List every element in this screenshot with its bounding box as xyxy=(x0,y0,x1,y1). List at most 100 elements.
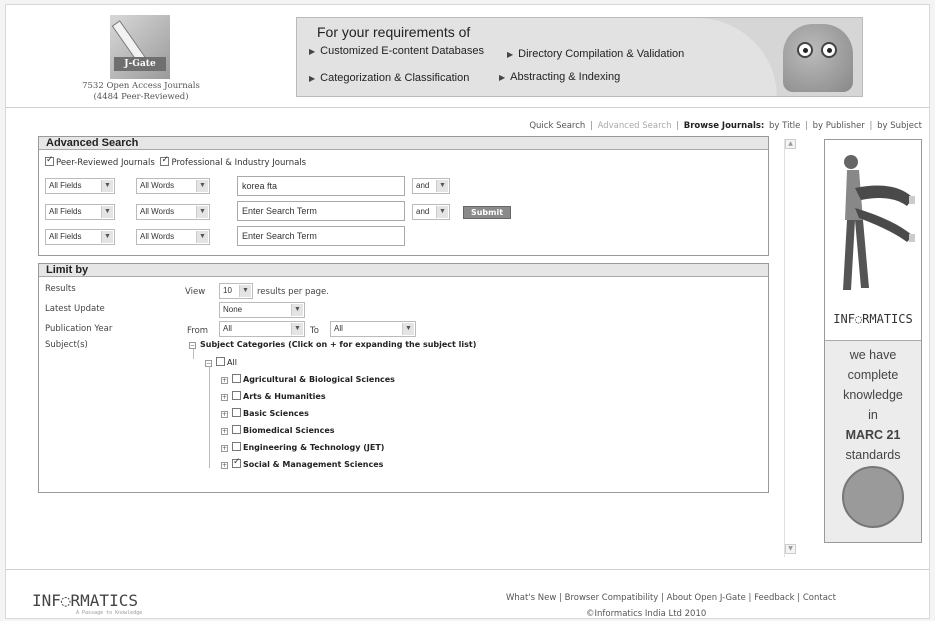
magnet-figure-image xyxy=(825,140,921,310)
category-checkbox[interactable] xyxy=(232,408,241,417)
search-term-input[interactable]: Enter Search Term xyxy=(237,201,405,221)
chevron-down-icon: ▼ xyxy=(196,206,208,218)
professional-checkbox[interactable] xyxy=(160,155,170,166)
banner-item: Abstracting & Indexing xyxy=(499,71,620,83)
tree-all-label: All xyxy=(227,358,237,367)
eye-icon xyxy=(821,42,837,58)
nav-separator: | xyxy=(869,121,873,131)
footer-link-feedback[interactable]: Feedback xyxy=(754,593,794,603)
informatics-brand: INF◌RMATICS xyxy=(833,312,913,326)
content-scrollbar[interactable]: ▲ ▼ xyxy=(784,139,796,557)
informatics-advert[interactable]: INF◌RMATICS we have complete knowledge i… xyxy=(824,139,922,543)
footer-links: What's New | Browser Compatibility | Abo… xyxy=(506,593,836,603)
expand-icon[interactable]: + xyxy=(221,394,228,401)
field-select[interactable]: All Fields ▼ xyxy=(45,178,115,194)
year-from-select[interactable]: All ▼ xyxy=(219,321,305,337)
footer-link-about[interactable]: About Open J-Gate xyxy=(667,593,746,603)
footer-logo[interactable]: INF◌RMATICS A Passage to Knowledge xyxy=(32,591,142,616)
nav-separator: | xyxy=(590,121,593,131)
field-select-value: All Fields xyxy=(49,232,82,241)
category-checkbox[interactable] xyxy=(232,442,241,451)
journal-type-filters: Peer-Reviewed Journals Professional & In… xyxy=(45,155,306,168)
limit-by-heading: Limit by xyxy=(39,264,768,277)
operator-select-value: and xyxy=(416,207,430,216)
browse-by-title-link[interactable]: by Title xyxy=(769,121,800,131)
header-divider xyxy=(6,107,929,108)
search-term-input[interactable]: korea fta xyxy=(237,176,405,196)
subject-tree: − Subject Categories (Click on + for expa… xyxy=(189,340,609,480)
category-label: Agricultural & Biological Sciences xyxy=(243,375,395,384)
chevron-down-icon: ▼ xyxy=(196,180,208,192)
browse-by-publisher-link[interactable]: by Publisher xyxy=(813,121,865,131)
words-select[interactable]: All Words ▼ xyxy=(136,178,210,194)
journal-count: 7532 Open Access Journals (4484 Peer-Rev… xyxy=(61,81,221,103)
all-checkbox[interactable] xyxy=(216,357,225,366)
category-label: Social & Management Sciences xyxy=(243,460,384,469)
chevron-down-icon: ▼ xyxy=(101,180,113,192)
latest-update-label: Latest Update xyxy=(45,304,105,314)
subject-category-item[interactable]: + Basic Sciences xyxy=(221,408,309,418)
expand-icon[interactable]: + xyxy=(221,445,228,452)
latest-update-select[interactable]: None ▼ xyxy=(219,302,305,318)
footer-link-whats-new[interactable]: What's New xyxy=(506,593,556,603)
field-select[interactable]: All Fields ▼ xyxy=(45,229,115,245)
subject-category-item[interactable]: + Biomedical Sciences xyxy=(221,425,335,435)
promo-banner[interactable]: For your requirements of Customized E-co… xyxy=(296,17,863,97)
category-checkbox[interactable] xyxy=(232,374,241,383)
subject-category-item[interactable]: + Engineering & Technology (JET) xyxy=(221,442,384,452)
per-page-suffix: results per page. xyxy=(257,287,329,297)
field-select[interactable]: All Fields ▼ xyxy=(45,204,115,220)
quick-search-link[interactable]: Quick Search xyxy=(529,121,585,131)
words-select-value: All Words xyxy=(140,232,175,241)
logo-label: J-Gate xyxy=(114,57,166,71)
journal-count-line2: (4484 Peer-Reviewed) xyxy=(93,92,189,102)
top-nav: Quick Search | Advanced Search | Browse … xyxy=(528,121,923,131)
expand-icon[interactable]: + xyxy=(221,377,228,384)
category-checkbox[interactable] xyxy=(232,391,241,400)
page: J-Gate 7532 Open Access Journals (4484 P… xyxy=(5,4,930,619)
year-to-select[interactable]: All ▼ xyxy=(330,321,416,337)
year-to-value: All xyxy=(334,324,343,333)
expand-icon[interactable]: + xyxy=(221,428,228,435)
limit-by-panel: Limit by Results View 10 ▼ results per pa… xyxy=(38,263,769,493)
operator-select[interactable]: and ▼ xyxy=(412,178,450,194)
words-select[interactable]: All Words ▼ xyxy=(136,229,210,245)
category-checkbox[interactable] xyxy=(232,457,241,468)
collapse-icon[interactable]: − xyxy=(189,342,196,349)
words-select[interactable]: All Words ▼ xyxy=(136,204,210,220)
category-checkbox[interactable] xyxy=(232,425,241,434)
advert-line: in xyxy=(868,408,878,422)
operator-select[interactable]: and ▼ xyxy=(412,204,450,220)
advanced-search-link[interactable]: Advanced Search xyxy=(598,121,672,131)
subject-category-item[interactable]: + Social & Management Sciences xyxy=(221,457,384,469)
jgate-logo[interactable]: J-Gate xyxy=(106,15,174,79)
footer-link-contact[interactable]: Contact xyxy=(803,593,836,603)
nav-separator: | xyxy=(676,121,680,131)
expand-icon[interactable]: + xyxy=(221,462,228,469)
advert-line: we have xyxy=(849,348,897,362)
banner-item: Directory Compilation & Validation xyxy=(507,48,684,60)
expand-icon[interactable]: + xyxy=(221,411,228,418)
latest-update-value: None xyxy=(223,305,243,314)
category-label: Engineering & Technology (JET) xyxy=(243,443,385,452)
chevron-down-icon: ▼ xyxy=(101,231,113,243)
footer-link-browser-compatibility[interactable]: Browser Compatibility xyxy=(565,593,659,603)
submit-button[interactable]: Submit xyxy=(463,206,511,219)
per-page-select[interactable]: 10 ▼ xyxy=(219,283,253,299)
from-label: From xyxy=(187,326,209,336)
browse-by-subject-link[interactable]: by Subject xyxy=(877,121,922,131)
subject-category-item[interactable]: + Arts & Humanities xyxy=(221,391,326,401)
subject-category-item[interactable]: + Agricultural & Biological Sciences xyxy=(221,374,395,384)
operator-select-value: and xyxy=(416,181,430,190)
search-term-input[interactable]: Enter Search Term xyxy=(237,226,405,246)
words-select-value: All Words xyxy=(140,181,175,190)
scroll-up-icon[interactable]: ▲ xyxy=(785,139,796,149)
results-label: Results xyxy=(45,284,76,294)
publication-year-label: Publication Year xyxy=(45,324,113,334)
chevron-down-icon: ▼ xyxy=(291,323,303,335)
scroll-down-icon[interactable]: ▼ xyxy=(785,544,796,554)
advert-blurb: we have complete knowledge in MARC 21 st… xyxy=(825,340,921,542)
field-select-value: All Fields xyxy=(49,181,82,190)
mascot-icon xyxy=(842,466,904,528)
peer-reviewed-checkbox[interactable] xyxy=(45,155,54,166)
